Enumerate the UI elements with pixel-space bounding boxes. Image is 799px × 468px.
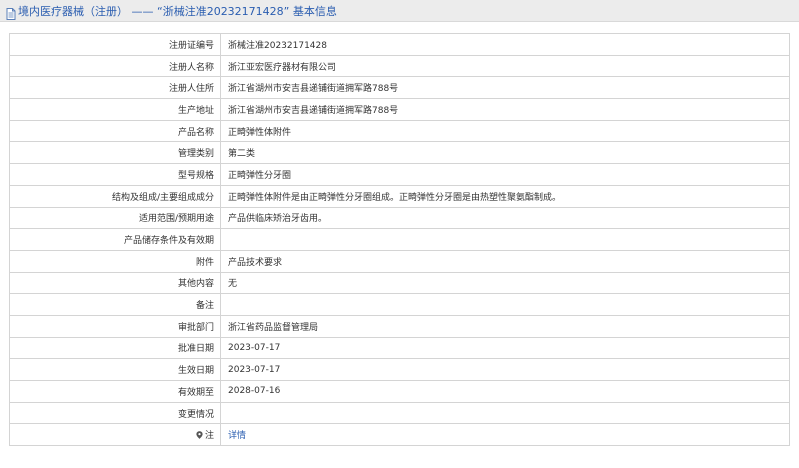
row-value: 浙江省湖州市安吉县递铺街道拥军路788号: [220, 76, 790, 100]
row-value: 无: [220, 271, 790, 295]
row-label: 管理类别: [9, 141, 221, 165]
table-row: 其他内容无: [9, 271, 790, 295]
row-label: 注册人名称: [9, 54, 221, 78]
row-label: 注册人住所: [9, 76, 221, 100]
row-value: [220, 228, 790, 251]
note-label-cell: 注: [9, 423, 221, 447]
row-label: 批准日期: [9, 336, 221, 360]
row-value: [220, 293, 790, 316]
page-title: 境内医疗器械（注册） —— “浙械注准20232171428” 基本信息: [18, 4, 337, 18]
row-label: 生产地址: [9, 98, 221, 121]
table-row: 结构及组成/主要组成成分 正畸弹性体附件是由正畸弹性分牙圈组成。正畸弹性分牙圈是由…: [9, 184, 790, 208]
table-row: 附件 产品技术要求: [9, 249, 790, 273]
table-row: 变更情况: [9, 401, 790, 425]
row-value: 2028-07-16: [220, 380, 790, 403]
row-label: 其他内容: [9, 271, 221, 295]
info-table: 注册证编号 浙械注准20232171428 注册人名称 浙江亚宏医疗器材有限公司 注册人…: [9, 33, 790, 447]
page-header: 境内医疗器械（注册） —— “浙械注准20232171428” 基本信息: [0, 0, 799, 22]
location-pin-icon: [196, 431, 203, 440]
detail-link[interactable]: 详情: [228, 431, 246, 441]
note-value-cell: 详情: [220, 423, 790, 447]
row-value: 正畸弹性体附件是由正畸弹性分牙圈组成。正畸弹性分牙圈是由热塑性聚氨酯制成。: [220, 184, 790, 208]
note-row: 注 详情: [9, 423, 790, 447]
table-row: 产品储存条件及有效期: [9, 228, 790, 251]
note-label: 注: [204, 431, 214, 442]
table-row: 生效日期 2023-07-17: [9, 358, 790, 381]
row-value: [220, 401, 790, 425]
info-table-body: 注册证编号 浙械注准20232171428 注册人名称 浙江亚宏医疗器材有限公司 注册人…: [9, 33, 790, 447]
table-row: 注册证编号 浙械注准20232171428: [9, 33, 790, 56]
table-row: 产品名称 正畸弹性体附件: [9, 119, 790, 143]
table-row: 生产地址 浙江省湖州市安吉县递铺街道拥军路788号: [9, 98, 790, 121]
row-value: 第二类: [220, 141, 790, 165]
row-value: 2023-07-17: [220, 358, 790, 381]
row-label: 型号规格: [9, 163, 221, 186]
table-row: 型号规格 正畸弹性分牙圈: [9, 163, 790, 186]
row-value: 浙江省湖州市安吉县递铺街道拥军路788号: [220, 98, 790, 121]
row-value: 正畸弹性分牙圈: [220, 163, 790, 186]
row-value: 正畸弹性体附件: [220, 119, 790, 143]
row-label: 审批部门: [9, 314, 221, 338]
row-label: 有效期至: [9, 380, 221, 403]
row-value: 浙江省药品监督管理局: [220, 314, 790, 338]
table-row: 审批部门 浙江省药品监督管理局: [9, 314, 790, 338]
row-label: 生效日期: [9, 358, 221, 381]
row-value: 2023-07-17: [220, 336, 790, 360]
table-row: 适用范围/预期用途 产品供临床矫治牙齿用。: [9, 206, 790, 230]
row-label: 备注: [9, 293, 221, 316]
row-value: 产品供临床矫治牙齿用。: [220, 206, 790, 230]
table-row: 注册人名称 浙江亚宏医疗器材有限公司: [9, 54, 790, 78]
row-value: 浙江亚宏医疗器材有限公司: [220, 54, 790, 78]
row-label: 变更情况: [9, 401, 221, 425]
table-row: 有效期至 2028-07-16: [9, 380, 790, 403]
table-row: 批准日期 2023-07-17: [9, 336, 790, 360]
document-icon: [6, 5, 16, 20]
table-row: 管理类别 第二类: [9, 141, 790, 165]
row-label: 附件: [9, 249, 221, 273]
row-label: 结构及组成/主要组成成分: [9, 184, 221, 208]
row-label: 产品储存条件及有效期: [9, 228, 221, 251]
row-label: 适用范围/预期用途: [9, 206, 221, 230]
row-label: 产品名称: [9, 119, 221, 143]
row-value: 产品技术要求: [220, 249, 790, 273]
row-label: 注册证编号: [9, 33, 221, 56]
row-value: 浙械注准20232171428: [220, 33, 790, 56]
table-row: 注册人住所 浙江省湖州市安吉县递铺街道拥军路788号: [9, 76, 790, 100]
table-row: 备注: [9, 293, 790, 316]
